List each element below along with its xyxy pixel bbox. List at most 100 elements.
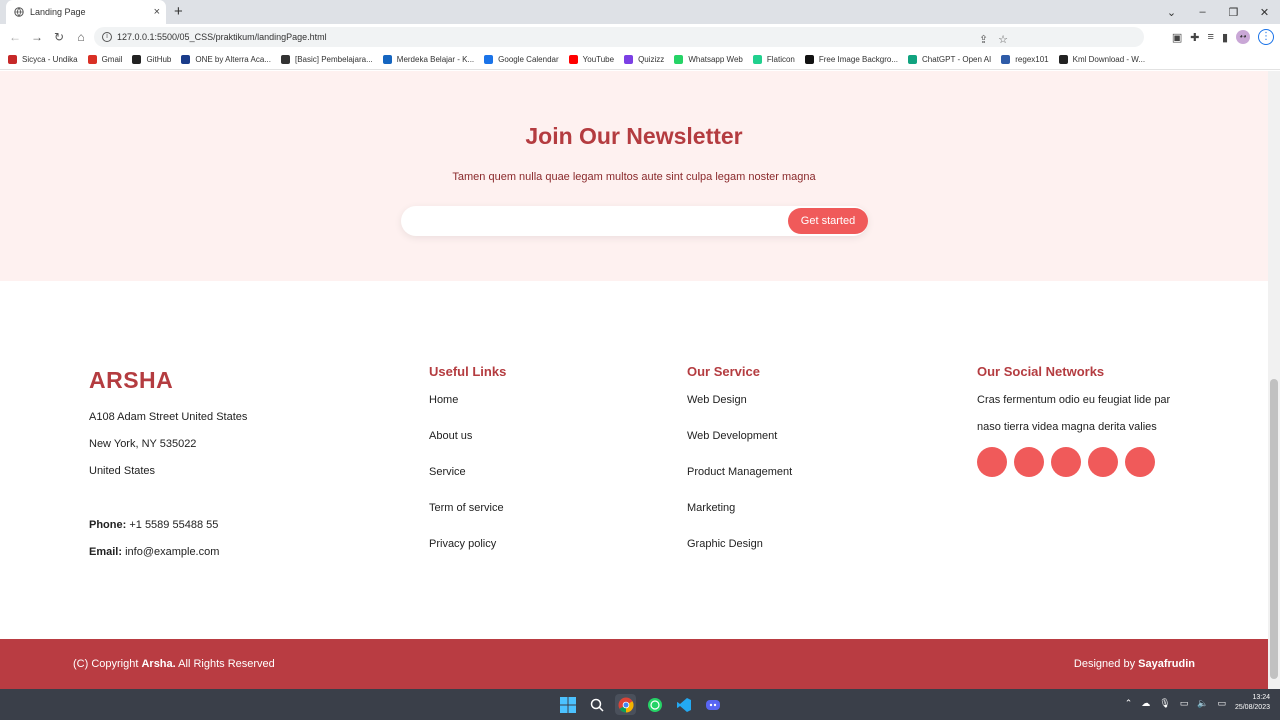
bookmark-star-icon[interactable]: ☆ <box>998 33 1008 46</box>
browser-tab[interactable]: Landing Page × <box>6 0 166 24</box>
menu-kebab-icon[interactable]: ⋮ <box>1258 29 1274 45</box>
restore-button[interactable]: ❐ <box>1218 6 1249 19</box>
forward-arrow-icon[interactable]: → <box>26 30 48 44</box>
footer-link-home[interactable]: Home <box>429 394 458 406</box>
whatsapp-icon[interactable] <box>644 694 665 715</box>
social-icon-1[interactable] <box>977 447 1007 477</box>
extension-icon[interactable]: ▣ <box>1172 31 1182 44</box>
chrome-icon[interactable] <box>615 694 636 715</box>
service-link-product-management[interactable]: Product Management <box>687 466 792 478</box>
bookmark-item[interactable]: Whatsapp Web <box>674 55 743 64</box>
share-icon[interactable]: ⇪ <box>979 33 988 46</box>
close-tab-icon[interactable]: × <box>154 6 160 18</box>
battery-icon[interactable]: ▭ <box>1217 698 1226 709</box>
bookmark-favicon-icon <box>804 55 814 64</box>
email-label: Email: <box>89 546 123 558</box>
taskbar-apps <box>557 694 723 715</box>
designer-name[interactable]: Sayafrudin <box>1138 658 1195 670</box>
social-icon-4[interactable] <box>1088 447 1118 477</box>
footer-link-about[interactable]: About us <box>429 430 472 442</box>
system-tray: ⌃ ☁ 🎙 ▭ 🔈 ▭ 13:24 25/08/2023 <box>1125 693 1270 713</box>
bookmark-item[interactable]: Flaticon <box>752 55 795 64</box>
get-started-button[interactable]: Get started <box>788 208 868 234</box>
mic-icon[interactable]: 🎙 <box>1159 698 1170 709</box>
bookmark-label: ONE by Alterra Aca... <box>195 55 271 64</box>
footer-brand: ARSHA <box>89 367 174 393</box>
footer-link-privacy[interactable]: Privacy policy <box>429 538 496 550</box>
bookmark-favicon-icon <box>8 55 17 64</box>
browser-tab-strip: Landing Page × + ⌄ – ❐ ✕ <box>0 0 1280 24</box>
social-icon-3[interactable] <box>1051 447 1081 477</box>
phone-label: Phone: <box>89 519 127 531</box>
service-link-web-development[interactable]: Web Development <box>687 430 777 442</box>
bookmark-item[interactable]: Gmail <box>87 55 123 64</box>
bookmark-label: YouTube <box>582 55 615 64</box>
bookmark-item[interactable]: Free Image Backgro... <box>804 55 898 64</box>
close-window-button[interactable]: ✕ <box>1249 6 1280 19</box>
copyright-suffix: All Rights Reserved <box>178 658 275 670</box>
network-icon[interactable]: ▭ <box>1180 698 1189 709</box>
new-tab-button[interactable]: + <box>174 3 183 20</box>
footer-top: ARSHA A108 Adam Street United States New… <box>0 281 1268 639</box>
newsletter-subtitle: Tamen quem nulla quae legam multos aute … <box>452 171 816 183</box>
side-panel-icon[interactable]: ▮ <box>1222 31 1228 44</box>
reload-icon[interactable]: ↻ <box>48 30 70 44</box>
globe-icon <box>14 7 24 17</box>
footer-link-terms[interactable]: Term of service <box>429 502 504 514</box>
social-icon-5[interactable] <box>1125 447 1155 477</box>
scrollbar-thumb[interactable] <box>1270 379 1278 679</box>
bookmark-item[interactable]: Quizizz <box>624 55 664 64</box>
site-info-icon[interactable]: i <box>102 32 112 42</box>
clock[interactable]: 13:24 25/08/2023 <box>1235 693 1270 713</box>
profile-avatar[interactable]: ◕◕ <box>1236 30 1250 44</box>
useful-links-heading: Useful Links <box>429 364 507 379</box>
service-link-graphic-design[interactable]: Graphic Design <box>687 538 763 550</box>
newsletter-title: Join Our Newsletter <box>525 123 743 149</box>
designed-prefix: Designed by <box>1073 658 1136 670</box>
bookmark-item[interactable]: [Basic] Pembelajara... <box>280 55 373 64</box>
bookmark-item[interactable]: ChatGPT - Open AI <box>908 55 991 64</box>
footer-link-service[interactable]: Service <box>429 466 466 478</box>
minimize-button[interactable]: – <box>1187 6 1218 18</box>
chevron-up-icon[interactable]: ⌃ <box>1125 698 1133 709</box>
page-scrollbar[interactable] <box>1268 71 1280 689</box>
bookmark-label: Kml Download - W... <box>1072 55 1146 64</box>
copyright-prefix: (C) Copyright <box>73 658 139 670</box>
volume-icon[interactable]: 🔈 <box>1197 698 1208 709</box>
back-arrow-icon[interactable]: ← <box>4 30 26 44</box>
bookmark-favicon-icon <box>382 55 392 64</box>
tab-search-icon[interactable]: ⌄ <box>1156 6 1187 19</box>
cloud-icon[interactable]: ☁ <box>1141 698 1150 709</box>
bookmark-item[interactable]: Google Calendar <box>484 55 559 64</box>
vscode-icon[interactable] <box>673 694 694 715</box>
service-link-marketing[interactable]: Marketing <box>687 502 735 514</box>
bookmark-favicon-icon <box>674 55 684 64</box>
home-icon[interactable]: ⌂ <box>70 30 92 44</box>
page-viewport: Join Our Newsletter Tamen quem nulla qua… <box>0 71 1268 689</box>
newsletter-email-input[interactable] <box>411 211 781 231</box>
bookmark-item[interactable]: Sicyca - Undika <box>8 55 78 64</box>
bookmark-favicon-icon <box>568 55 578 64</box>
service-link-web-design[interactable]: Web Design <box>687 394 747 406</box>
bookmark-item[interactable]: GitHub <box>132 55 171 64</box>
bookmark-item[interactable]: Merdeka Belajar - K... <box>382 55 475 64</box>
puzzle-icon[interactable]: ✚ <box>1190 31 1199 44</box>
bookmark-item[interactable]: YouTube <box>568 55 615 64</box>
bookmark-item[interactable]: ONE by Alterra Aca... <box>181 55 271 64</box>
address-bar[interactable]: i 127.0.0.1:5500/05_CSS/praktikum/landin… <box>94 27 1144 47</box>
bookmark-favicon-icon <box>752 55 762 64</box>
bookmark-item[interactable]: Kml Download - W... <box>1058 55 1146 64</box>
bookmark-item[interactable]: regex101 <box>1001 55 1049 64</box>
bookmark-label: Flaticon <box>766 55 795 64</box>
windows-start-icon[interactable] <box>557 694 578 715</box>
social-icon-2[interactable] <box>1014 447 1044 477</box>
search-icon[interactable] <box>586 694 607 715</box>
discord-icon[interactable] <box>702 694 723 715</box>
bookmark-label: Gmail <box>101 55 123 64</box>
reading-list-icon[interactable]: ≡ <box>1208 31 1214 43</box>
bookmark-label: ChatGPT - Open AI <box>922 55 992 64</box>
bookmark-label: Google Calendar <box>498 55 559 64</box>
email-value: info@example.com <box>125 546 220 558</box>
copyright-text: (C) Copyright Arsha. All Rights Reserved <box>73 658 275 670</box>
bookmark-label: Merdeka Belajar - K... <box>396 55 475 64</box>
